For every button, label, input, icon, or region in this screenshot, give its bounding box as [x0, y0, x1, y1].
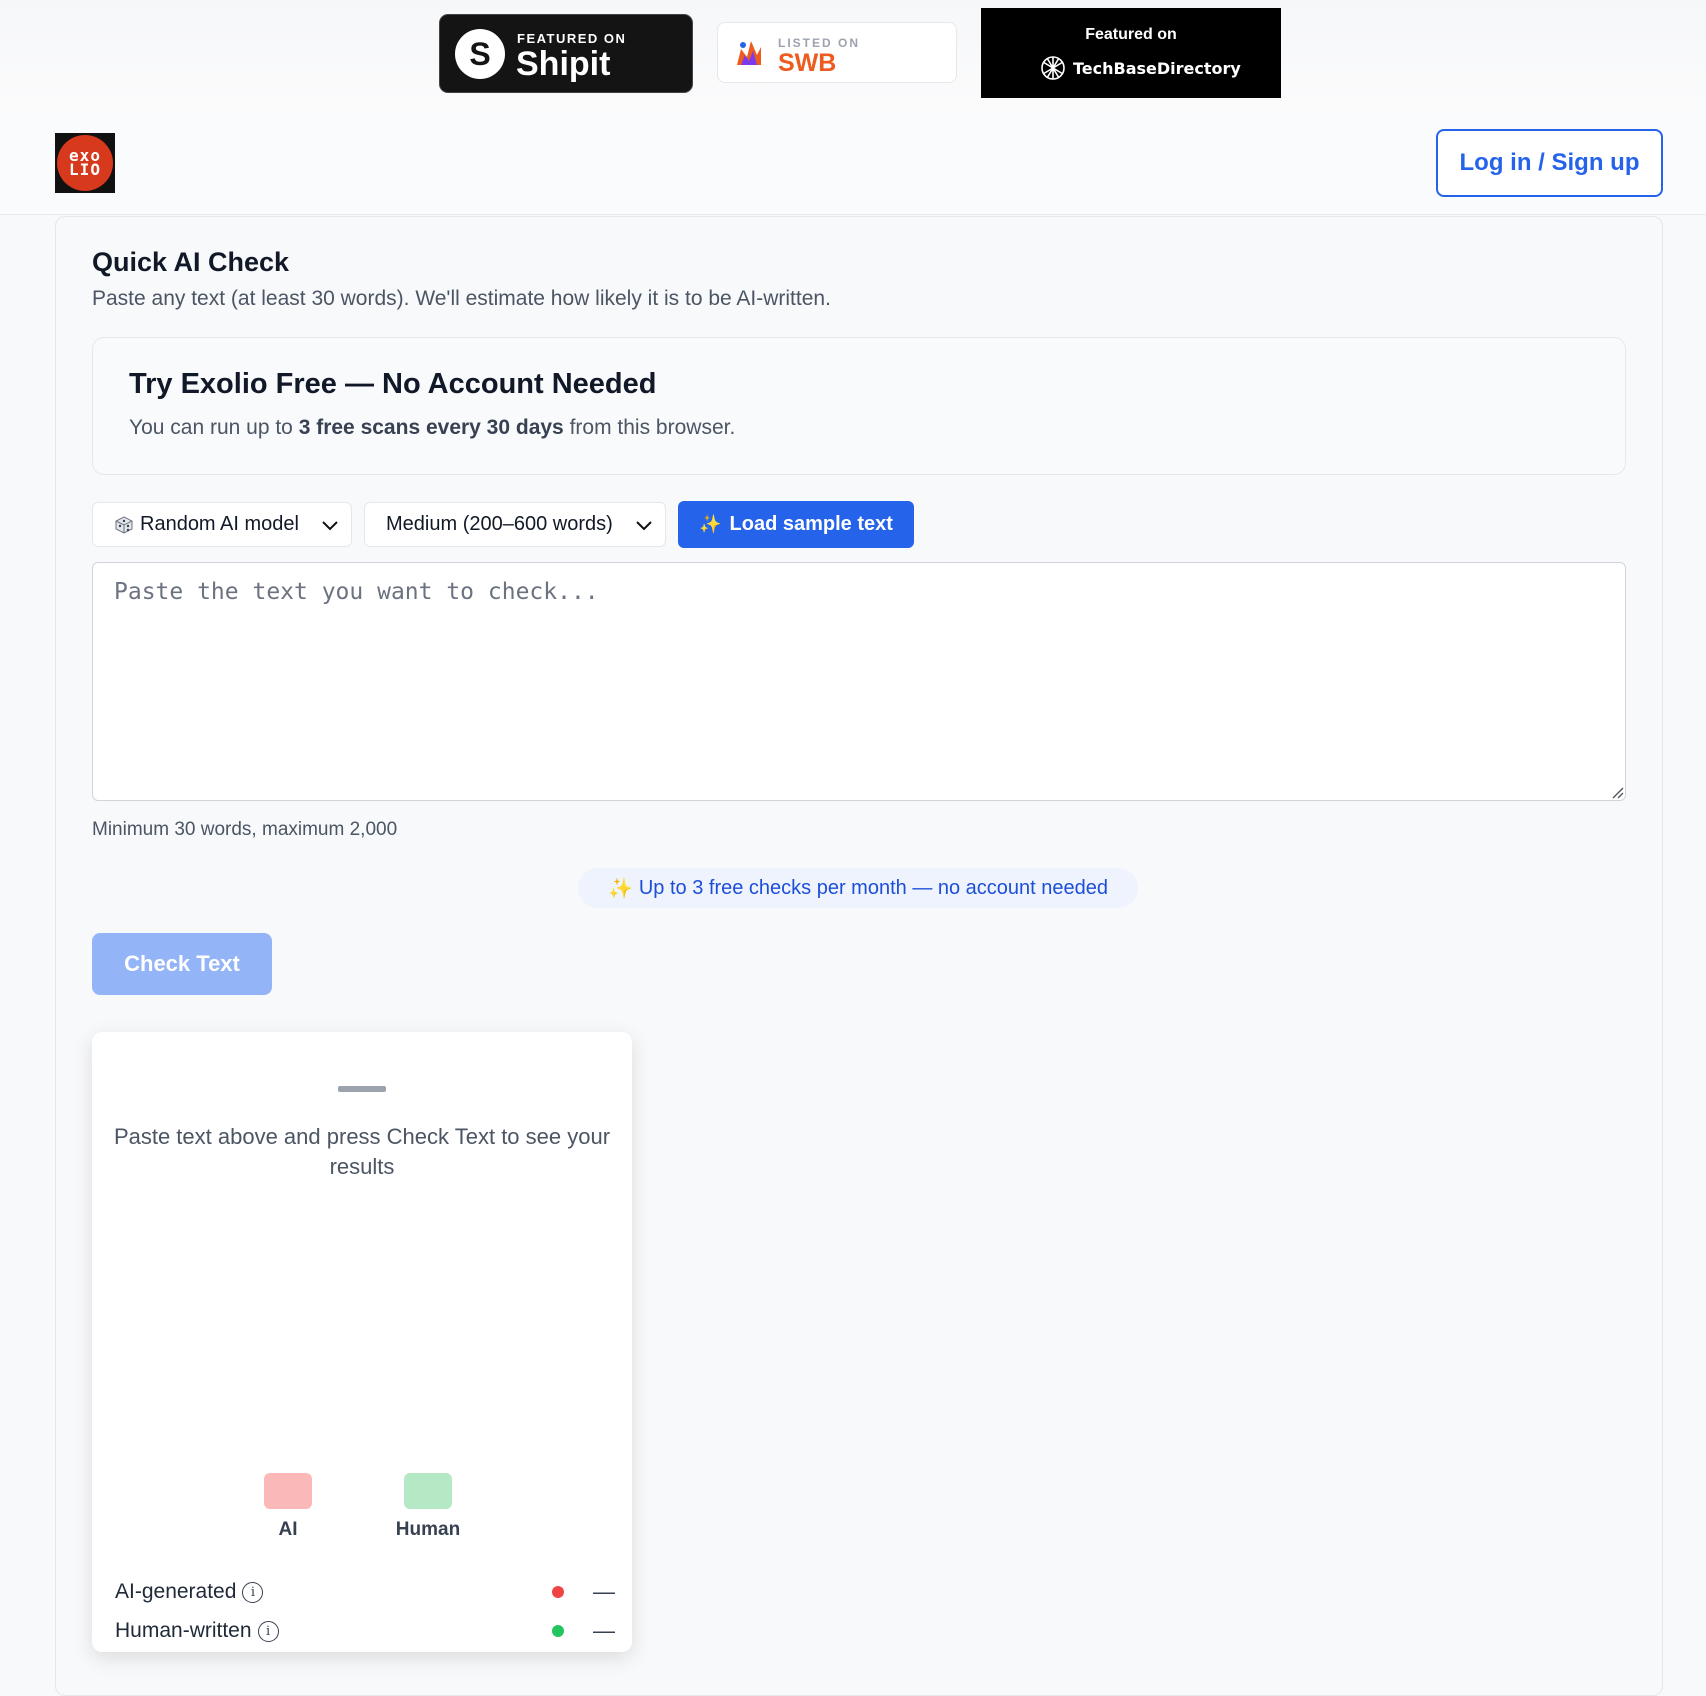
swb-badge-link[interactable]: LISTED ON SWB — [717, 22, 957, 83]
results-placeholder-text: Paste text above and press Check Text to… — [113, 1124, 611, 1179]
free-trial-title: Try Exolio Free — No Account Needed — [129, 368, 657, 400]
techbase-network-icon — [1041, 56, 1065, 80]
swb-badge-caption: LISTED ON — [778, 36, 861, 50]
ai-generated-row: AI-generated i — — [115, 1577, 615, 1607]
free-checks-notice: ✨ Up to 3 free checks per month — no acc… — [578, 868, 1138, 908]
ai-status-dot — [552, 1586, 564, 1598]
legend-human-label: Human — [395, 1519, 461, 1540]
ai-generated-value: — — [593, 1579, 615, 1604]
sparkles-icon: ✨ — [699, 514, 722, 534]
human-written-label: Human-written — [115, 1619, 252, 1642]
ai-generated-label: AI-generated — [115, 1580, 237, 1603]
dice-icon — [114, 515, 134, 535]
quick-check-card: Quick AI Check Paste any text (at least … — [55, 216, 1663, 1696]
text-input[interactable] — [92, 562, 1626, 801]
techbase-badge-name: TechBaseDirectory — [1073, 58, 1241, 78]
techbase-badge-name-row: TechBaseDirectory — [1039, 54, 1241, 82]
page-title: Quick AI Check — [92, 247, 290, 277]
logo-mark: exo LIO — [57, 135, 113, 191]
chevron-down-icon — [635, 519, 653, 531]
ai-model-select[interactable]: Random AI model — [92, 502, 352, 547]
exolio-logo[interactable]: exo LIO — [55, 133, 115, 193]
swb-logo-icon — [737, 41, 761, 65]
logo-line-2: LIO — [69, 160, 101, 179]
human-written-value: — — [593, 1618, 615, 1643]
results-panel: Paste text above and press Check Text to… — [92, 1032, 632, 1652]
human-written-row: Human-written i — — [115, 1616, 615, 1646]
legend-ai-label: AI — [278, 1519, 298, 1540]
login-signup-button[interactable]: Log in / Sign up — [1436, 129, 1663, 197]
info-icon[interactable]: i — [242, 1581, 264, 1603]
site-header: exo LIO Log in / Sign up — [0, 108, 1706, 215]
swb-badge-name: SWB — [778, 49, 837, 77]
shipit-badge-name: Shipit — [516, 45, 611, 83]
featured-strip: S FEATURED ON Shipit LISTED ON SWB Featu… — [0, 0, 1706, 109]
text-length-value: Medium (200–600 words) — [386, 513, 613, 535]
page-subtitle: Paste any text (at least 30 words). We'l… — [92, 287, 831, 310]
shipit-badge-caption: FEATURED ON — [517, 31, 627, 46]
empty-score-dash — [338, 1086, 386, 1092]
techbase-badge-link[interactable]: Featured on TechBaseDirectory — [981, 8, 1281, 98]
word-limit-hint: Minimum 30 words, maximum 2,000 — [92, 819, 398, 840]
free-trial-banner: Try Exolio Free — No Account Needed You … — [92, 337, 1626, 475]
check-text-button[interactable]: Check Text — [92, 933, 272, 995]
chevron-down-icon — [321, 519, 339, 531]
info-icon[interactable]: i — [257, 1620, 279, 1642]
free-checks-label: Up to 3 free checks per month — no accou… — [638, 876, 1109, 899]
legend-human-swatch — [404, 1473, 452, 1509]
shipit-badge-link[interactable]: S FEATURED ON Shipit — [439, 14, 693, 93]
legend-ai-swatch — [264, 1473, 312, 1509]
sparkles-icon: ✨ — [607, 877, 633, 900]
text-length-select[interactable]: Medium (200–600 words) — [364, 502, 666, 547]
shipit-logo: S — [455, 29, 505, 79]
human-status-dot — [552, 1625, 564, 1637]
resize-handle-icon[interactable] — [1610, 785, 1624, 799]
load-sample-label: Load sample text — [729, 513, 893, 535]
techbase-badge-caption: Featured on — [1085, 26, 1177, 43]
free-trial-text: You can run up to 3 free scans every 30 … — [129, 416, 736, 439]
ai-model-value: Random AI model — [140, 513, 299, 535]
free-scans-highlight: 3 free scans every 30 days — [298, 416, 564, 439]
load-sample-text-button[interactable]: ✨ Load sample text — [678, 501, 914, 548]
